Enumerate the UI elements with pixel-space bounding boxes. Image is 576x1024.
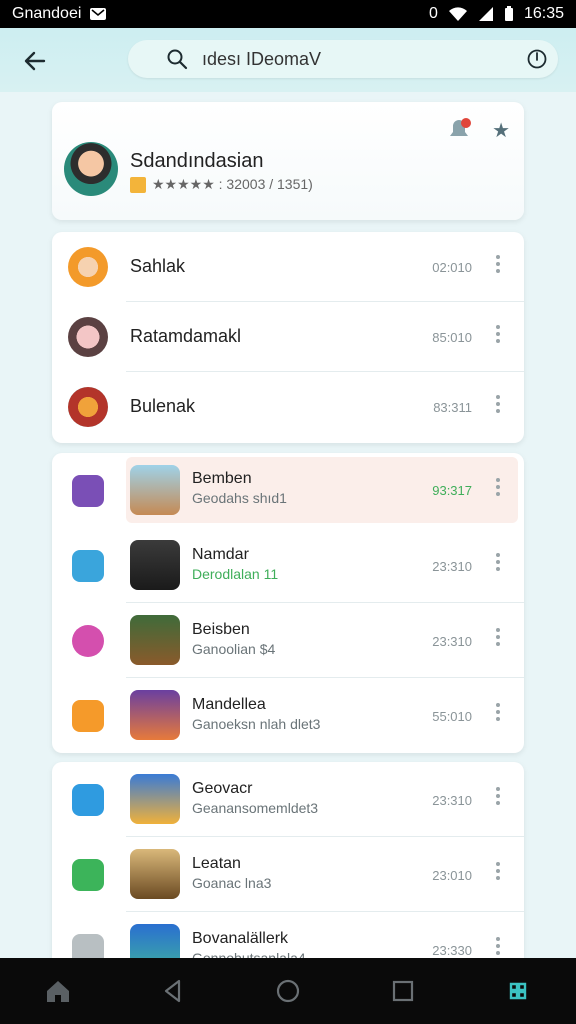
app-time: 55:010 — [432, 709, 472, 724]
app-thumbnail — [130, 690, 180, 740]
contact-avatar — [68, 317, 108, 357]
app-thumbnail — [130, 540, 180, 590]
list-item[interactable]: Ratamdamakl 85:010 — [52, 302, 524, 372]
contacts-list-card: Sahlak 02:010 Ratamdamakl 85:010 Bulenak… — [52, 232, 524, 443]
home-icon[interactable] — [43, 976, 73, 1006]
app-name: Leatan — [192, 855, 241, 872]
heart-icon — [72, 625, 104, 657]
grid-icon — [72, 859, 104, 891]
more-vert-icon[interactable] — [496, 550, 502, 574]
more-vert-icon[interactable] — [496, 252, 502, 276]
app-thumbnail — [130, 615, 180, 665]
power-icon[interactable] — [526, 48, 548, 70]
app-name: Geovacr — [192, 780, 253, 797]
top-app-bar: ıdesı IDeomaV — [0, 28, 576, 92]
app-name: Mandellea — [192, 696, 266, 713]
recents-square-icon[interactable] — [388, 976, 418, 1006]
app-thumbnail — [130, 924, 180, 962]
profile-header-card[interactable]: Sdandındasian ★★★★★ : 32003 / 1351) ★ — [52, 102, 524, 220]
share-node-icon[interactable] — [503, 976, 533, 1006]
app-time: 23:310 — [432, 559, 472, 574]
more-vert-icon[interactable] — [496, 784, 502, 808]
rating-text: ★★★★★ : 32003 / 1351) — [152, 176, 313, 192]
list-item[interactable]: Sahlak 02:010 — [52, 232, 524, 302]
more-vert-icon[interactable] — [496, 625, 502, 649]
list-item[interactable]: Leatan Goanac lna3 23:010 — [52, 837, 524, 912]
app-badge-icon — [130, 176, 146, 193]
signal-icon — [478, 7, 493, 21]
search-icon[interactable] — [166, 48, 188, 70]
system-nav-bar — [0, 958, 576, 1024]
list-item[interactable]: Beisben Ganoolian $4 23:310 — [52, 603, 524, 678]
wifi-icon — [448, 7, 467, 21]
back-triangle-icon[interactable] — [158, 976, 188, 1006]
more-vert-icon[interactable] — [496, 700, 502, 724]
more-vert-icon[interactable] — [496, 934, 502, 958]
more-vert-icon[interactable] — [496, 475, 502, 499]
calendar-icon — [72, 475, 104, 507]
app-time: 93:317 — [432, 483, 472, 498]
contact-avatar — [68, 247, 108, 287]
app-subtitle: Ganoolian $4 — [192, 641, 276, 657]
app-time: 23:310 — [432, 793, 472, 808]
list-item[interactable]: Mandellea Ganoeksn nlah dlet3 55:010 — [52, 678, 524, 753]
apps-list-card: Bemben Geodahs shıd1 93:317 Namdar Derod… — [52, 453, 524, 753]
contact-name: Bulenak — [130, 396, 196, 416]
app-time: 23:310 — [432, 634, 472, 649]
search-bar[interactable]: ıdesı IDeomaV — [128, 40, 558, 78]
chat-icon — [72, 784, 104, 816]
contact-time: 83:311 — [433, 400, 472, 415]
list-item[interactable]: Namdar Derodlalan 11 23:310 — [52, 528, 524, 603]
app-subtitle: Geodahs shıd1 — [192, 490, 287, 506]
app-name: Namdar — [192, 546, 249, 563]
status-time: 16:35 — [523, 5, 564, 22]
contact-time: 85:010 — [432, 330, 472, 345]
app-thumbnail — [130, 465, 180, 515]
list-item[interactable]: Bemben Geodahs shıd1 93:317 — [52, 453, 524, 528]
home-circle-icon[interactable] — [273, 976, 303, 1006]
app-subtitle: Goanac lna3 — [192, 875, 272, 891]
app-time: 23:330 — [432, 943, 472, 958]
profile-rating: ★★★★★ : 32003 / 1351) — [130, 176, 313, 193]
contact-avatar — [68, 387, 108, 427]
profile-title: Sdandındasian — [130, 150, 264, 172]
apps-list-card-2: Geovacr Geanansomemldet3 23:310 Leatan G… — [52, 762, 524, 962]
contact-time: 02:010 — [432, 260, 472, 275]
status-signal-label: 0 — [429, 5, 438, 22]
app-thumbnail — [130, 774, 180, 824]
more-vert-icon[interactable] — [496, 322, 502, 346]
star-icon[interactable]: ★ — [492, 118, 510, 143]
app-thumbnail — [130, 849, 180, 899]
status-left-text: Gnandoei — [12, 5, 82, 22]
layers-icon — [72, 550, 104, 582]
more-vert-icon[interactable] — [496, 859, 502, 883]
mail-icon — [90, 8, 107, 20]
contact-name: Sahlak — [130, 256, 186, 276]
more-vert-icon[interactable] — [496, 392, 502, 416]
list-item[interactable]: Geovacr Geanansomemldet3 23:310 — [52, 762, 524, 837]
arrow-left-icon[interactable] — [18, 44, 52, 78]
search-text[interactable]: ıdesı IDeomaV — [202, 49, 321, 70]
app-name: Beisben — [192, 621, 250, 638]
app-subtitle: Geanansomemldet3 — [192, 800, 319, 816]
list-item[interactable]: Bovanalällerk Gonnobutsanlala4 23:330 — [52, 912, 524, 962]
app-name: Bemben — [192, 470, 252, 487]
battery-icon — [504, 6, 513, 21]
avatar[interactable] — [64, 142, 118, 196]
status-bar: Gnandoei 0 16:35 — [0, 0, 576, 28]
app-time: 23:010 — [432, 868, 472, 883]
star-badge-icon — [72, 700, 104, 732]
app-subtitle: Derodlalan 11 — [192, 566, 279, 582]
contact-name: Ratamdamakl — [130, 326, 242, 346]
app-subtitle: Ganoeksn nlah dlet3 — [192, 716, 321, 732]
list-item[interactable]: Bulenak 83:311 — [52, 372, 524, 442]
app-name: Bovanalällerk — [192, 930, 289, 947]
notification-bell-icon[interactable] — [444, 116, 474, 142]
